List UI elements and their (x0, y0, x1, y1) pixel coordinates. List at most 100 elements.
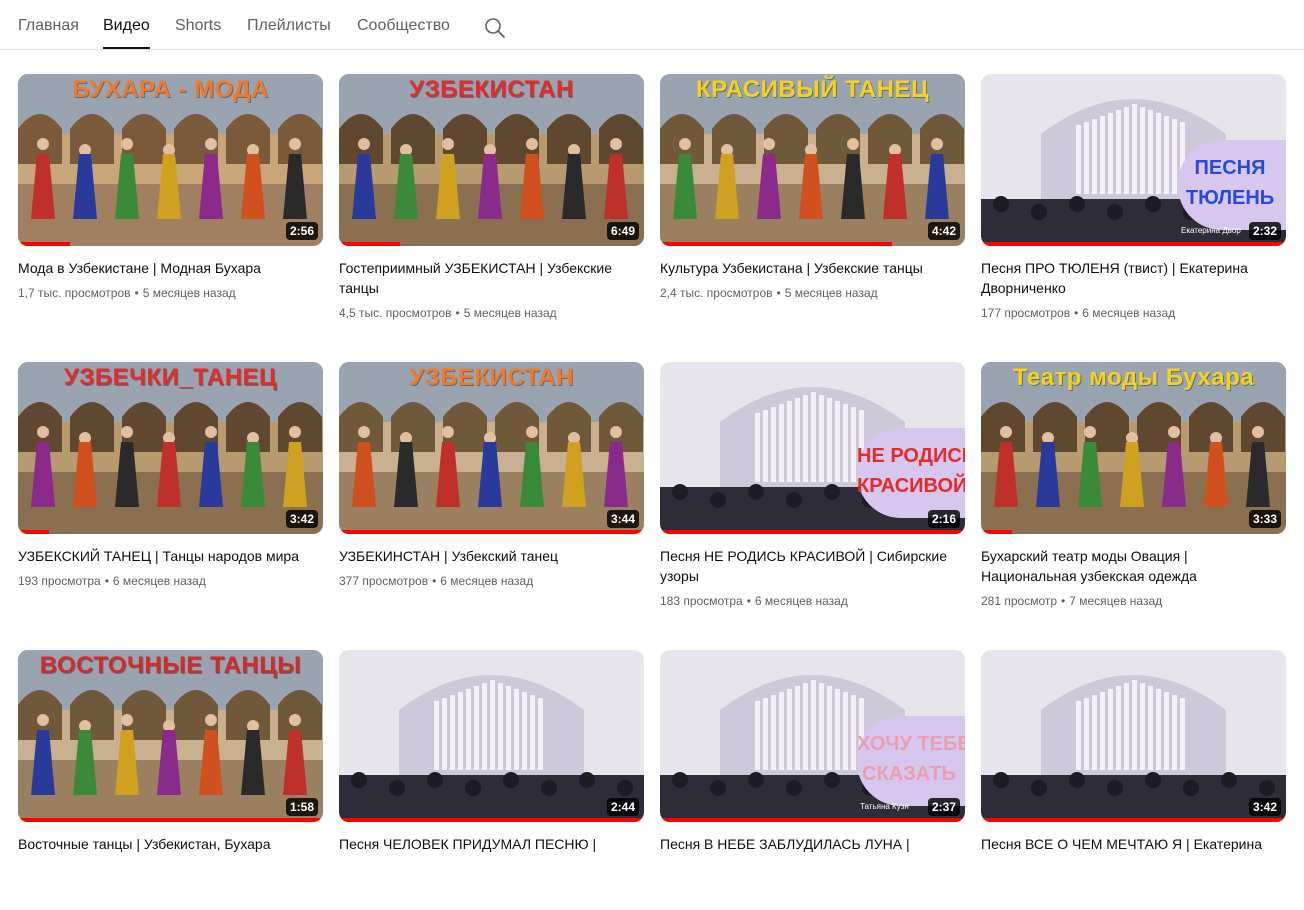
thumbnail-bubble-text: ПЕСНЯ (1194, 157, 1266, 179)
video-title[interactable]: УЗБЕКСКИЙ ТАНЕЦ | Танцы народов мира (18, 546, 318, 566)
thumbnail-bubble-text: НЕ РОДИСЬ (857, 445, 965, 467)
channel-tabs: Главная Видео Shorts Плейлисты Сообществ… (0, 0, 1304, 50)
video-card[interactable]: 2:44 Песня ЧЕЛОВЕК ПРИДУМАЛ ПЕСНЮ | (339, 650, 644, 910)
thumbnail-caption: БУХАРА - МОДА (72, 76, 269, 103)
video-title[interactable]: УЗБЕКИНСТАН | Узбекский танец (339, 546, 639, 566)
duration-badge: 3:42 (1248, 798, 1281, 816)
watch-progress-bar (981, 818, 1286, 822)
video-title[interactable]: Песня НЕ РОДИСЬ КРАСИВОЙ | Сибирские узо… (660, 546, 960, 586)
video-thumbnail[interactable]: ВОСТОЧНЫЕ ТАНЦЫ 1:58 (18, 650, 323, 822)
video-thumbnail[interactable]: 2:44 (339, 650, 644, 822)
view-count: 377 просмотров (339, 574, 429, 588)
video-thumbnail[interactable]: УЗБЕКИСТАН 3:44 (339, 362, 644, 534)
watch-progress-bar (18, 818, 323, 822)
video-thumbnail[interactable]: 3:42 (981, 650, 1286, 822)
thumbnail-scene (981, 650, 1286, 822)
watch-progress-fill (660, 242, 892, 246)
video-title[interactable]: Гостеприимный УЗБЕКИСТАН | Узбекские тан… (339, 258, 639, 298)
watch-progress-bar (660, 530, 965, 534)
duration-badge: 2:16 (927, 510, 960, 528)
meta-separator: • (746, 594, 751, 608)
view-count: 1,7 тыс. просмотров (18, 286, 131, 300)
search-button[interactable] (484, 17, 506, 39)
meta-separator: • (432, 574, 437, 588)
video-card[interactable]: НЕ РОДИСЬ КРАСИВОЙ 2:16 Песня НЕ РОДИСЬ КРА… (660, 362, 965, 622)
upload-age: 5 месяцев назад (142, 286, 236, 300)
video-card[interactable]: УЗБЕКИСТАН 6:49 Гостеприимный УЗБЕКИСТАН |… (339, 74, 644, 334)
video-thumbnail[interactable]: ПЕСНЯ ТЮЛЕНЬ Екатерина Двор 2:32 (981, 74, 1286, 246)
tab-community[interactable]: Сообщество (357, 16, 450, 36)
upload-age: 6 месяцев назад (1082, 306, 1176, 320)
tab-playlists[interactable]: Плейлисты (247, 16, 331, 36)
video-meta: 193 просмотра • 6 месяцев назад (18, 574, 206, 588)
video-thumbnail[interactable]: НЕ РОДИСЬ КРАСИВОЙ 2:16 (660, 362, 965, 534)
video-thumbnail[interactable]: КРАСИВЫЙ ТАНЕЦ 4:42 (660, 74, 965, 246)
video-card[interactable]: УЗБЕКИСТАН 3:44 УЗБЕКИНСТАН | Узбекский та… (339, 362, 644, 622)
video-thumbnail[interactable]: УЗБЕЧКИ_ТАНЕЦ 3:42 (18, 362, 323, 534)
meta-separator: • (134, 286, 139, 300)
meta-separator: • (1074, 306, 1079, 320)
video-thumbnail[interactable]: УЗБЕКИСТАН 6:49 (339, 74, 644, 246)
video-thumbnail[interactable]: Театр моды Бухара 3:33 (981, 362, 1286, 534)
watch-progress-fill (981, 818, 1286, 822)
video-title[interactable]: Культура Узбекистана | Узбекские танцы (660, 258, 960, 278)
upload-age: 7 месяцев назад (1069, 594, 1163, 608)
view-count: 177 просмотров (981, 306, 1071, 320)
view-count: 193 просмотра (18, 574, 101, 588)
watch-progress-fill (339, 818, 644, 822)
video-title[interactable]: Мода в Узбекистане | Модная Бухара (18, 258, 318, 278)
upload-age: 5 месяцев назад (463, 306, 557, 320)
video-card[interactable]: 3:42 Песня ВСЕ О ЧЕМ МЕЧТАЮ Я | Екатерина (981, 650, 1286, 910)
duration-badge: 6:49 (606, 222, 639, 240)
watch-progress-bar (660, 818, 965, 822)
thumbnail-caption: УЗБЕКИСТАН (409, 76, 574, 103)
watch-progress-bar (18, 242, 323, 246)
thumbnail-scene (339, 650, 644, 822)
video-meta: 177 просмотров • 6 месяцев назад (981, 306, 1175, 320)
watch-progress-fill (339, 242, 400, 246)
video-card[interactable]: КРАСИВЫЙ ТАНЕЦ 4:42 Культура Узбекистана |… (660, 74, 965, 334)
watch-progress-fill (981, 242, 1286, 246)
video-card[interactable]: УЗБЕЧКИ_ТАНЕЦ 3:42 УЗБЕКСКИЙ ТАНЕЦ | Танцы… (18, 362, 323, 622)
duration-badge: 2:32 (1248, 222, 1281, 240)
video-thumbnail[interactable]: ХОЧУ ТЕБЕ СКАЗАТЬ Татьяна Кузн 2:37 (660, 650, 965, 822)
video-title[interactable]: Бухарский театр моды Овация | Национальн… (981, 546, 1281, 586)
thumbnail-bubble-text: СКАЗАТЬ (862, 763, 956, 785)
watch-progress-fill (981, 530, 1012, 534)
thumbnail-bubble-text: ТЮЛЕНЬ (1185, 187, 1275, 209)
video-card[interactable]: БУХАРА - МОДА 2:56 Мода в Узбекистане | Мо… (18, 74, 323, 334)
video-thumbnail[interactable]: БУХАРА - МОДА 2:56 (18, 74, 323, 246)
thumbnail-bubble-text: КРАСИВОЙ (857, 475, 965, 497)
upload-age: 6 месяцев назад (440, 574, 534, 588)
video-card[interactable]: ХОЧУ ТЕБЕ СКАЗАТЬ Татьяна Кузн 2:37 Песня В … (660, 650, 965, 910)
view-count: 4,5 тыс. просмотров (339, 306, 452, 320)
duration-badge: 2:37 (927, 798, 960, 816)
watch-progress-bar (339, 242, 644, 246)
video-title[interactable]: Песня ПРО ТЮЛЕНЯ (твист) | Екатерина Дво… (981, 258, 1281, 298)
video-title[interactable]: Песня ВСЕ О ЧЕМ МЕЧТАЮ Я | Екатерина (981, 834, 1281, 854)
video-meta: 377 просмотров • 6 месяцев назад (339, 574, 533, 588)
thumbnail-watermark: Татьяна Кузн (860, 802, 909, 811)
video-title[interactable]: Восточные танцы | Узбекистан, Бухара (18, 834, 318, 854)
tab-videos[interactable]: Видео (103, 16, 150, 49)
video-card[interactable]: Театр моды Бухара 3:33 Бухарский театр мод… (981, 362, 1286, 622)
thumbnail-bubble-text: ХОЧУ ТЕБЕ (857, 733, 965, 755)
watch-progress-fill (18, 818, 323, 822)
view-count: 183 просмотра (660, 594, 743, 608)
tab-home[interactable]: Главная (18, 16, 79, 36)
tab-shorts[interactable]: Shorts (175, 16, 221, 36)
video-title[interactable]: Песня В НЕБЕ ЗАБЛУДИЛАСЬ ЛУНА | (660, 834, 960, 854)
duration-badge: 3:44 (606, 510, 639, 528)
watch-progress-bar (339, 530, 644, 534)
watch-progress-fill (339, 530, 644, 534)
watch-progress-bar (981, 242, 1286, 246)
video-card[interactable]: ПЕСНЯ ТЮЛЕНЬ Екатерина Двор 2:32 Песня ПРО Т… (981, 74, 1286, 334)
thumbnail-caption: ВОСТОЧНЫЕ ТАНЦЫ (39, 652, 302, 679)
video-meta: 2,4 тыс. просмотров • 5 месяцев назад (660, 286, 878, 300)
video-meta: 281 просмотр • 7 месяцев назад (981, 594, 1162, 608)
watch-progress-bar (660, 242, 965, 246)
video-title[interactable]: Песня ЧЕЛОВЕК ПРИДУМАЛ ПЕСНЮ | (339, 834, 639, 854)
watch-progress-bar (18, 530, 323, 534)
video-card[interactable]: ВОСТОЧНЫЕ ТАНЦЫ 1:58 Восточные танцы | Узб… (18, 650, 323, 910)
upload-age: 6 месяцев назад (112, 574, 206, 588)
